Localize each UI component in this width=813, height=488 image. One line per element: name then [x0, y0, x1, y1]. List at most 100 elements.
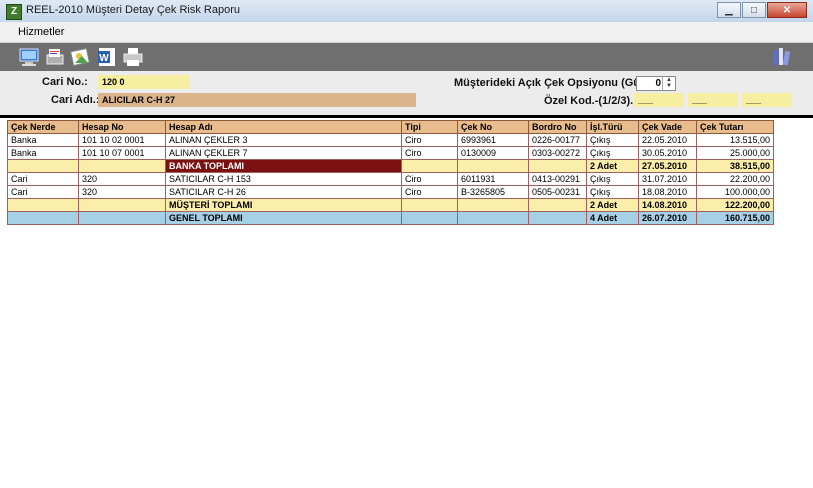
cell: [78, 198, 166, 212]
cell: 0413-00291: [528, 172, 587, 186]
cell: [401, 211, 458, 225]
col-header-hesap-adi[interactable]: Hesap Adı: [165, 120, 402, 134]
cell: 0226-00177: [528, 133, 587, 147]
cell: Banka: [7, 146, 79, 160]
cell: 320: [78, 185, 166, 199]
spin-down-icon[interactable]: ▼: [663, 83, 675, 89]
title-bar: Z REEL-2010 Müşteri Detay Çek Risk Rapor…: [0, 0, 813, 23]
banka-total-label: BANKA TOPLAMI: [165, 159, 402, 173]
svg-text:W: W: [99, 53, 109, 64]
musteri-total-row[interactable]: MÜŞTERİ TOPLAMI 2 Adet 14.08.2010 122.20…: [7, 198, 774, 212]
maximize-button[interactable]: □: [742, 2, 766, 18]
report-table: Çek Nerde Hesap No Hesap Adı Tipi Çek No…: [7, 120, 774, 225]
cell: Ciro: [401, 133, 458, 147]
cari-no-label: Cari No.:: [42, 76, 88, 88]
cell: 31.07.2010: [638, 172, 697, 186]
books-icon[interactable]: [771, 46, 793, 68]
cell: 13.515,00: [696, 133, 774, 147]
cell: 27.05.2010: [638, 159, 697, 173]
cell: Çıkış: [586, 133, 639, 147]
cell: 6993961: [457, 133, 529, 147]
cell: Ciro: [401, 185, 458, 199]
cell: 101 10 02 0001: [78, 133, 166, 147]
cell: [528, 198, 587, 212]
window-title: REEL-2010 Müşteri Detay Çek Risk Raporu: [26, 4, 240, 16]
computer-icon[interactable]: [18, 46, 40, 68]
cell: [401, 198, 458, 212]
table-header: Çek Nerde Hesap No Hesap Adı Tipi Çek No…: [7, 120, 774, 134]
table-row[interactable]: Cari 320 SATICILAR C-H 153 Ciro 6011931 …: [7, 172, 774, 186]
col-header-bordro-no[interactable]: Bordro No: [528, 120, 587, 134]
cell: [528, 159, 587, 173]
col-header-cek-nerde[interactable]: Çek Nerde: [7, 120, 79, 134]
cell: 100.000,00: [696, 185, 774, 199]
cell: Banka: [7, 133, 79, 147]
opsiyon-spinner[interactable]: 0 ▲ ▼: [636, 76, 676, 91]
cell: [457, 211, 529, 225]
cell: 4 Adet: [586, 211, 639, 225]
printer-icon[interactable]: [122, 46, 144, 68]
cell: SATICILAR C-H 26: [165, 185, 402, 199]
ozel-kod-label: Özel Kod.-(1/2/3).:: [544, 95, 637, 107]
cell: ALINAN ÇEKLER 3: [165, 133, 402, 147]
cell: B-3265805: [457, 185, 529, 199]
ozel-kod-2-field[interactable]: ___: [688, 93, 738, 107]
cell: Çıkış: [586, 172, 639, 186]
cell: Ciro: [401, 146, 458, 160]
cari-adi-label: Cari Adı.:: [51, 94, 100, 106]
cell: Çıkış: [586, 185, 639, 199]
cell: [7, 198, 79, 212]
table-row[interactable]: Banka 101 10 02 0001 ALINAN ÇEKLER 3 Cir…: [7, 133, 774, 147]
cell: [78, 211, 166, 225]
opsiyon-label: Müşterideki Açık Çek Opsiyonu (Gün).:: [454, 77, 658, 89]
genel-total-row[interactable]: GENEL TOPLAMI 4 Adet 26.07.2010 160.715,…: [7, 211, 774, 225]
cell: Ciro: [401, 172, 458, 186]
cell: 14.08.2010: [638, 198, 697, 212]
ozel-kod-3-field[interactable]: ___: [742, 93, 792, 107]
cari-no-field[interactable]: 120 0: [98, 75, 190, 89]
cell: [401, 159, 458, 173]
cell: 0303-00272: [528, 146, 587, 160]
cell: 25.000,00: [696, 146, 774, 160]
musteri-total-label: MÜŞTERİ TOPLAMI: [165, 198, 402, 212]
cell: 18.08.2010: [638, 185, 697, 199]
col-header-tipi[interactable]: Tipi: [401, 120, 458, 134]
cell: Çıkış: [586, 146, 639, 160]
word-icon[interactable]: W: [96, 46, 118, 68]
col-header-isl-turu[interactable]: İşl.Türü: [586, 120, 639, 134]
cell: [457, 198, 529, 212]
menu-item-hizmetler[interactable]: Hizmetler: [18, 26, 64, 38]
cell: 26.07.2010: [638, 211, 697, 225]
toolbar: W: [0, 43, 813, 71]
cell: [528, 211, 587, 225]
image-icon[interactable]: [70, 46, 92, 68]
col-header-cek-tutari[interactable]: Çek Tutarı: [696, 120, 774, 134]
cell: [78, 159, 166, 173]
print-preview-icon[interactable]: [44, 46, 66, 68]
ozel-kod-1-field[interactable]: ___: [634, 93, 684, 107]
cell: 320: [78, 172, 166, 186]
cell: 38.515,00: [696, 159, 774, 173]
genel-total-label: GENEL TOPLAMI: [165, 211, 402, 225]
cell: 30.05.2010: [638, 146, 697, 160]
menu-bar: Hizmetler: [0, 22, 813, 43]
cell: 22.200,00: [696, 172, 774, 186]
report-grid-area: Çek Nerde Hesap No Hesap Adı Tipi Çek No…: [0, 118, 813, 488]
col-header-cek-no[interactable]: Çek No: [457, 120, 529, 134]
cell: 2 Adet: [586, 198, 639, 212]
cell: [7, 211, 79, 225]
col-header-hesap-no[interactable]: Hesap No: [78, 120, 166, 134]
cari-adi-field[interactable]: ALICILAR C-H 27: [98, 93, 416, 107]
cell: SATICILAR C-H 153: [165, 172, 402, 186]
cell: Cari: [7, 185, 79, 199]
table-row[interactable]: Cari 320 SATICILAR C-H 26 Ciro B-3265805…: [7, 185, 774, 199]
minimize-button[interactable]: ▁: [717, 2, 741, 18]
banka-total-row[interactable]: BANKA TOPLAMI 2 Adet 27.05.2010 38.515,0…: [7, 159, 774, 173]
close-button[interactable]: ✕: [767, 2, 807, 18]
app-icon: Z: [6, 4, 22, 20]
cell: [7, 159, 79, 173]
col-header-cek-vade[interactable]: Çek Vade: [638, 120, 697, 134]
table-row[interactable]: Banka 101 10 07 0001 ALINAN ÇEKLER 7 Cir…: [7, 146, 774, 160]
cell: [457, 159, 529, 173]
cell: 6011931: [457, 172, 529, 186]
